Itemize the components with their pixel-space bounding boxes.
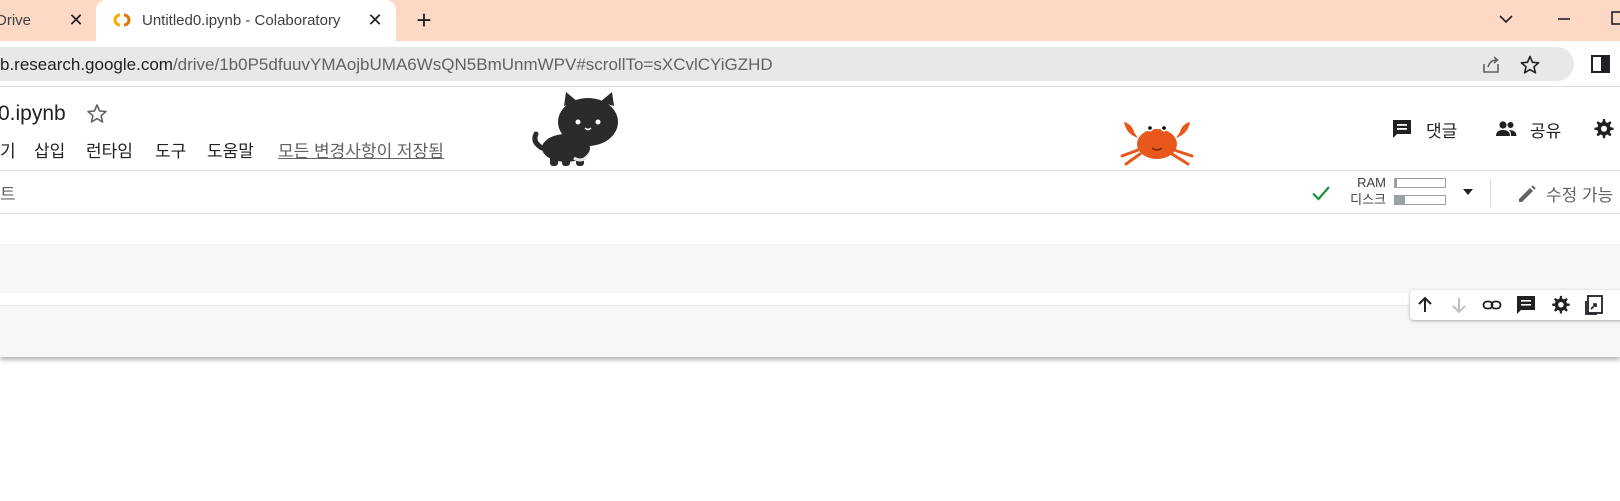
notebook-title[interactable]: 0.ipynb xyxy=(0,102,66,126)
pencil-icon xyxy=(1519,184,1536,202)
saved-status-link[interactable]: 모든 변경사항이 저장됨 xyxy=(278,137,444,162)
address-bar[interactable]: b.research.google.com/drive/1b0P5dfuuvYM… xyxy=(0,47,1574,81)
edit-mode-label: 수정 가능 xyxy=(1546,186,1614,205)
comment-icon xyxy=(1393,120,1411,138)
disk-usage-fill xyxy=(1395,196,1405,204)
minimize-icon[interactable] xyxy=(1549,10,1579,30)
browser-toolbar: b.research.google.com/drive/1b0P5dfuuvYM… xyxy=(0,41,1620,87)
arrow-up-icon[interactable] xyxy=(1414,294,1436,316)
people-icon xyxy=(1496,121,1517,136)
code-cell[interactable] xyxy=(0,305,1620,357)
comment-icon[interactable] xyxy=(1515,294,1537,316)
url-path: /drive/1b0P5dfuuvYMAojbUMA6WsQN5BmUnmWPV… xyxy=(172,55,773,74)
plus-icon: + xyxy=(416,5,432,35)
share-page-icon[interactable] xyxy=(1480,54,1502,76)
cell-output-area xyxy=(0,244,1620,293)
arrow-down-icon[interactable] xyxy=(1448,294,1470,316)
star-icon[interactable] xyxy=(85,102,109,126)
ram-usage-fill xyxy=(1395,179,1397,187)
browser-window: Drive ✕ Untitled0.ipynb - Colaboratory ✕… xyxy=(0,0,1620,501)
chevron-down-icon[interactable] xyxy=(1460,184,1476,200)
tab-colab[interactable]: Untitled0.ipynb - Colaboratory ✕ xyxy=(96,0,396,41)
close-icon[interactable]: ✕ xyxy=(364,9,386,31)
maximize-icon[interactable] xyxy=(1606,8,1620,28)
tab-strip: Drive ✕ Untitled0.ipynb - Colaboratory ✕… xyxy=(0,0,1620,41)
url-host: b.research.google.com xyxy=(0,55,173,74)
share-button[interactable]: 공유 xyxy=(1494,116,1561,142)
check-icon xyxy=(1312,186,1330,201)
ram-label: RAM xyxy=(1357,175,1386,190)
disk-usage-bar xyxy=(1394,195,1446,205)
resource-labels[interactable]: RAM 디스크 xyxy=(1336,174,1386,208)
side-panel-icon[interactable] xyxy=(1590,53,1612,75)
url-text: b.research.google.com/drive/1b0P5dfuuvYM… xyxy=(0,55,773,75)
colab-header: 0.ipynb 기 삽입 런타임 도구 도움말 모든 변경사항이 저장됨 xyxy=(0,88,1620,170)
menu-item-runtime[interactable]: 런타임 xyxy=(86,137,133,162)
menu-item-insert[interactable]: 삽입 xyxy=(34,137,65,162)
disk-label: 디스크 xyxy=(1350,192,1386,207)
link-icon[interactable] xyxy=(1481,294,1503,316)
ram-usage-bar xyxy=(1394,178,1446,188)
close-icon[interactable]: ✕ xyxy=(65,9,87,31)
chevron-down-icon[interactable] xyxy=(1491,10,1521,30)
share-label: 공유 xyxy=(1530,121,1562,141)
crab-mascot xyxy=(1120,122,1194,166)
comment-label: 댓글 xyxy=(1426,121,1458,141)
colab-logo-icon xyxy=(113,13,131,27)
gear-icon[interactable] xyxy=(1549,294,1571,316)
toolbar-text-button[interactable]: 트 xyxy=(0,180,16,205)
bookmark-star-icon[interactable] xyxy=(1519,54,1541,76)
tab-drive[interactable]: Drive ✕ xyxy=(0,0,96,41)
gear-icon[interactable] xyxy=(1591,117,1615,141)
comment-button[interactable]: 댓글 xyxy=(1390,116,1457,142)
cell-toolbar xyxy=(1410,290,1620,320)
new-tab-button[interactable]: + xyxy=(412,7,436,33)
mirror-cell-icon[interactable] xyxy=(1583,294,1605,316)
tab-title: Drive xyxy=(0,12,32,29)
divider xyxy=(1490,179,1491,207)
edit-mode-button[interactable]: 수정 가능 xyxy=(1516,181,1613,206)
tab-title: Untitled0.ipynb - Colaboratory xyxy=(142,12,341,29)
cat-mascot xyxy=(532,92,618,166)
menu-item-help[interactable]: 도움말 xyxy=(207,137,254,162)
menu-item-tools[interactable]: 도구 xyxy=(155,137,186,162)
notebook-toolbar: 트 RAM 디스크 수정 가능 xyxy=(0,170,1620,214)
menu-item[interactable]: 기 xyxy=(0,137,16,162)
